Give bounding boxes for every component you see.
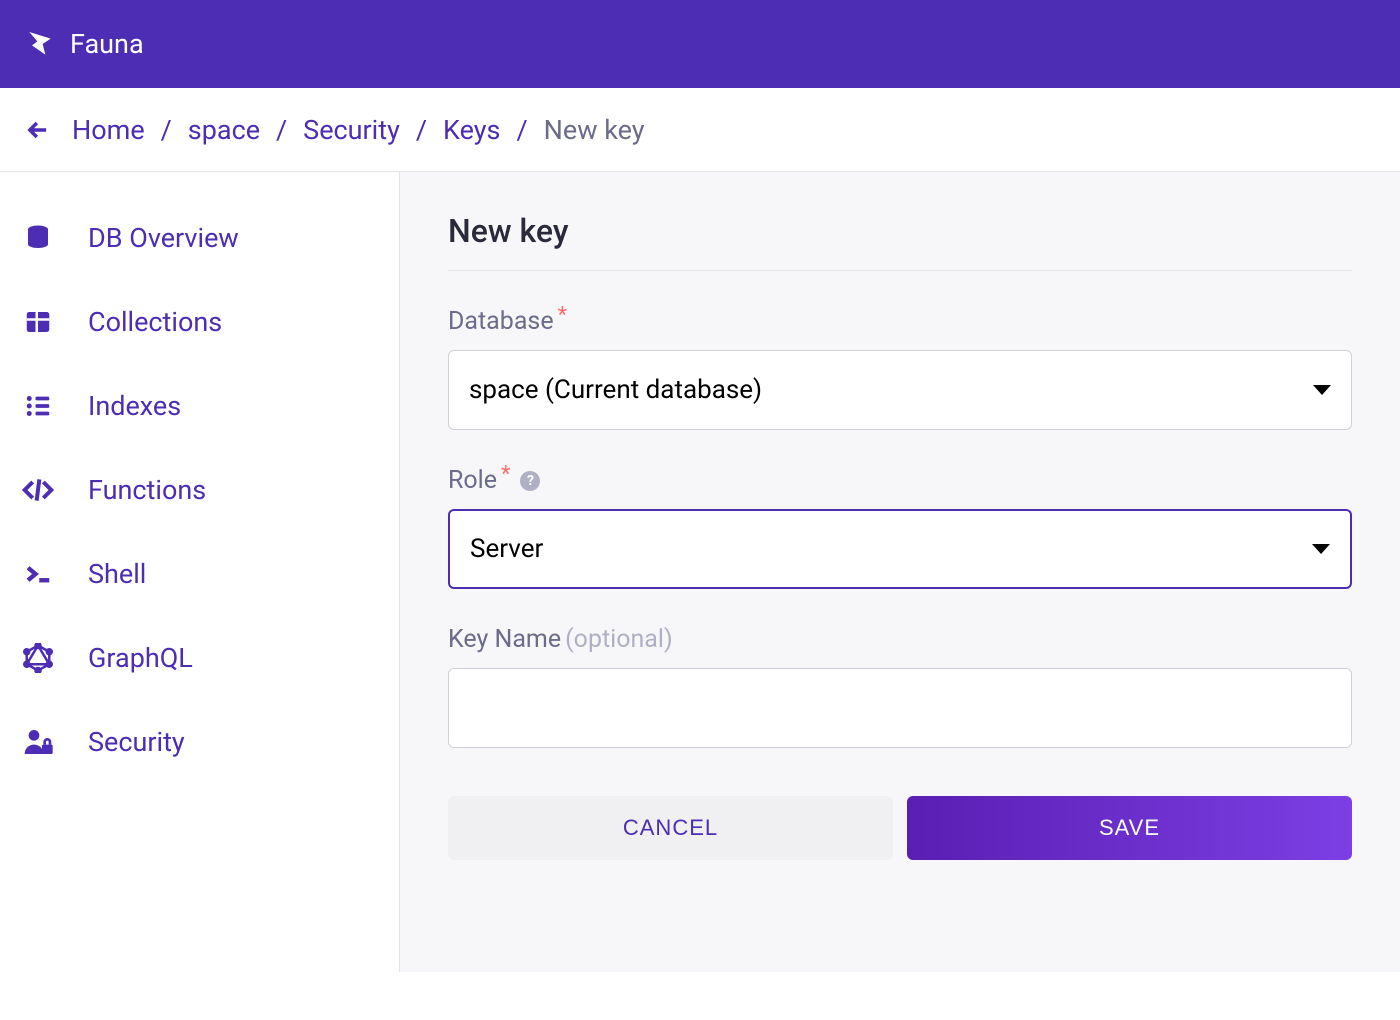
sidebar-item-label: Indexes [88, 390, 181, 422]
sidebar-item-collections[interactable]: Collections [0, 280, 399, 364]
main-content: New key Database* space (Current databas… [400, 172, 1400, 972]
breadcrumb-separator: / [416, 114, 427, 146]
database-label: Database* [448, 307, 1352, 336]
sidebar-item-label: Functions [88, 474, 206, 506]
sidebar: DB Overview Collections Indexes Function… [0, 172, 400, 972]
cancel-button[interactable]: CANCEL [448, 796, 893, 860]
sidebar-item-graphql[interactable]: GraphQL [0, 616, 399, 700]
brand-name: Fauna [70, 28, 144, 60]
brand[interactable]: Fauna [24, 28, 144, 60]
code-icon [20, 472, 56, 508]
fauna-logo-icon [24, 28, 56, 60]
form-buttons: CANCEL SAVE [448, 796, 1352, 860]
sidebar-item-label: Security [88, 726, 185, 758]
sidebar-item-db-overview[interactable]: DB Overview [0, 196, 399, 280]
database-icon [20, 220, 56, 256]
breadcrumb-bar: Home / space / Security / Keys / New key [0, 88, 1400, 172]
breadcrumb-separator: / [276, 114, 287, 146]
role-select-value: Server [470, 534, 543, 564]
breadcrumb-security[interactable]: Security [303, 114, 400, 146]
database-select-value: space (Current database) [469, 375, 762, 405]
save-button[interactable]: SAVE [907, 796, 1352, 860]
sidebar-item-label: Shell [88, 558, 146, 590]
app-header: Fauna [0, 0, 1400, 88]
back-arrow-icon[interactable] [24, 116, 52, 144]
security-icon [20, 724, 56, 760]
required-indicator: * [501, 462, 510, 487]
sidebar-item-functions[interactable]: Functions [0, 448, 399, 532]
database-select[interactable]: space (Current database) [448, 350, 1352, 430]
role-label: Role* ? [448, 466, 1352, 495]
field-keyname: Key Name (optional) [448, 625, 1352, 748]
keyname-label: Key Name (optional) [448, 625, 1352, 654]
breadcrumb-separator: / [161, 114, 172, 146]
sidebar-item-label: DB Overview [88, 222, 239, 254]
breadcrumb-keys[interactable]: Keys [443, 114, 500, 146]
graphql-icon [20, 640, 56, 676]
help-icon[interactable]: ? [520, 471, 540, 491]
role-select[interactable]: Server [448, 509, 1352, 589]
breadcrumb: Home / space / Security / Keys / New key [72, 114, 645, 146]
shell-icon [20, 556, 56, 592]
page-title: New key [448, 212, 1352, 271]
chevron-down-icon [1313, 385, 1331, 395]
keyname-input[interactable] [448, 668, 1352, 748]
required-indicator: * [558, 303, 567, 328]
sidebar-item-security[interactable]: Security [0, 700, 399, 784]
field-database: Database* space (Current database) [448, 307, 1352, 430]
list-icon [20, 388, 56, 424]
breadcrumb-space[interactable]: space [188, 114, 260, 146]
field-role: Role* ? Server [448, 466, 1352, 589]
sidebar-item-label: GraphQL [88, 642, 193, 674]
sidebar-item-shell[interactable]: Shell [0, 532, 399, 616]
breadcrumb-current: New key [544, 114, 645, 146]
chevron-down-icon [1312, 544, 1330, 554]
sidebar-item-indexes[interactable]: Indexes [0, 364, 399, 448]
optional-indicator: (optional) [565, 625, 673, 654]
breadcrumb-home[interactable]: Home [72, 114, 145, 146]
sidebar-item-label: Collections [88, 306, 222, 338]
table-icon [20, 304, 56, 340]
breadcrumb-separator: / [516, 114, 527, 146]
